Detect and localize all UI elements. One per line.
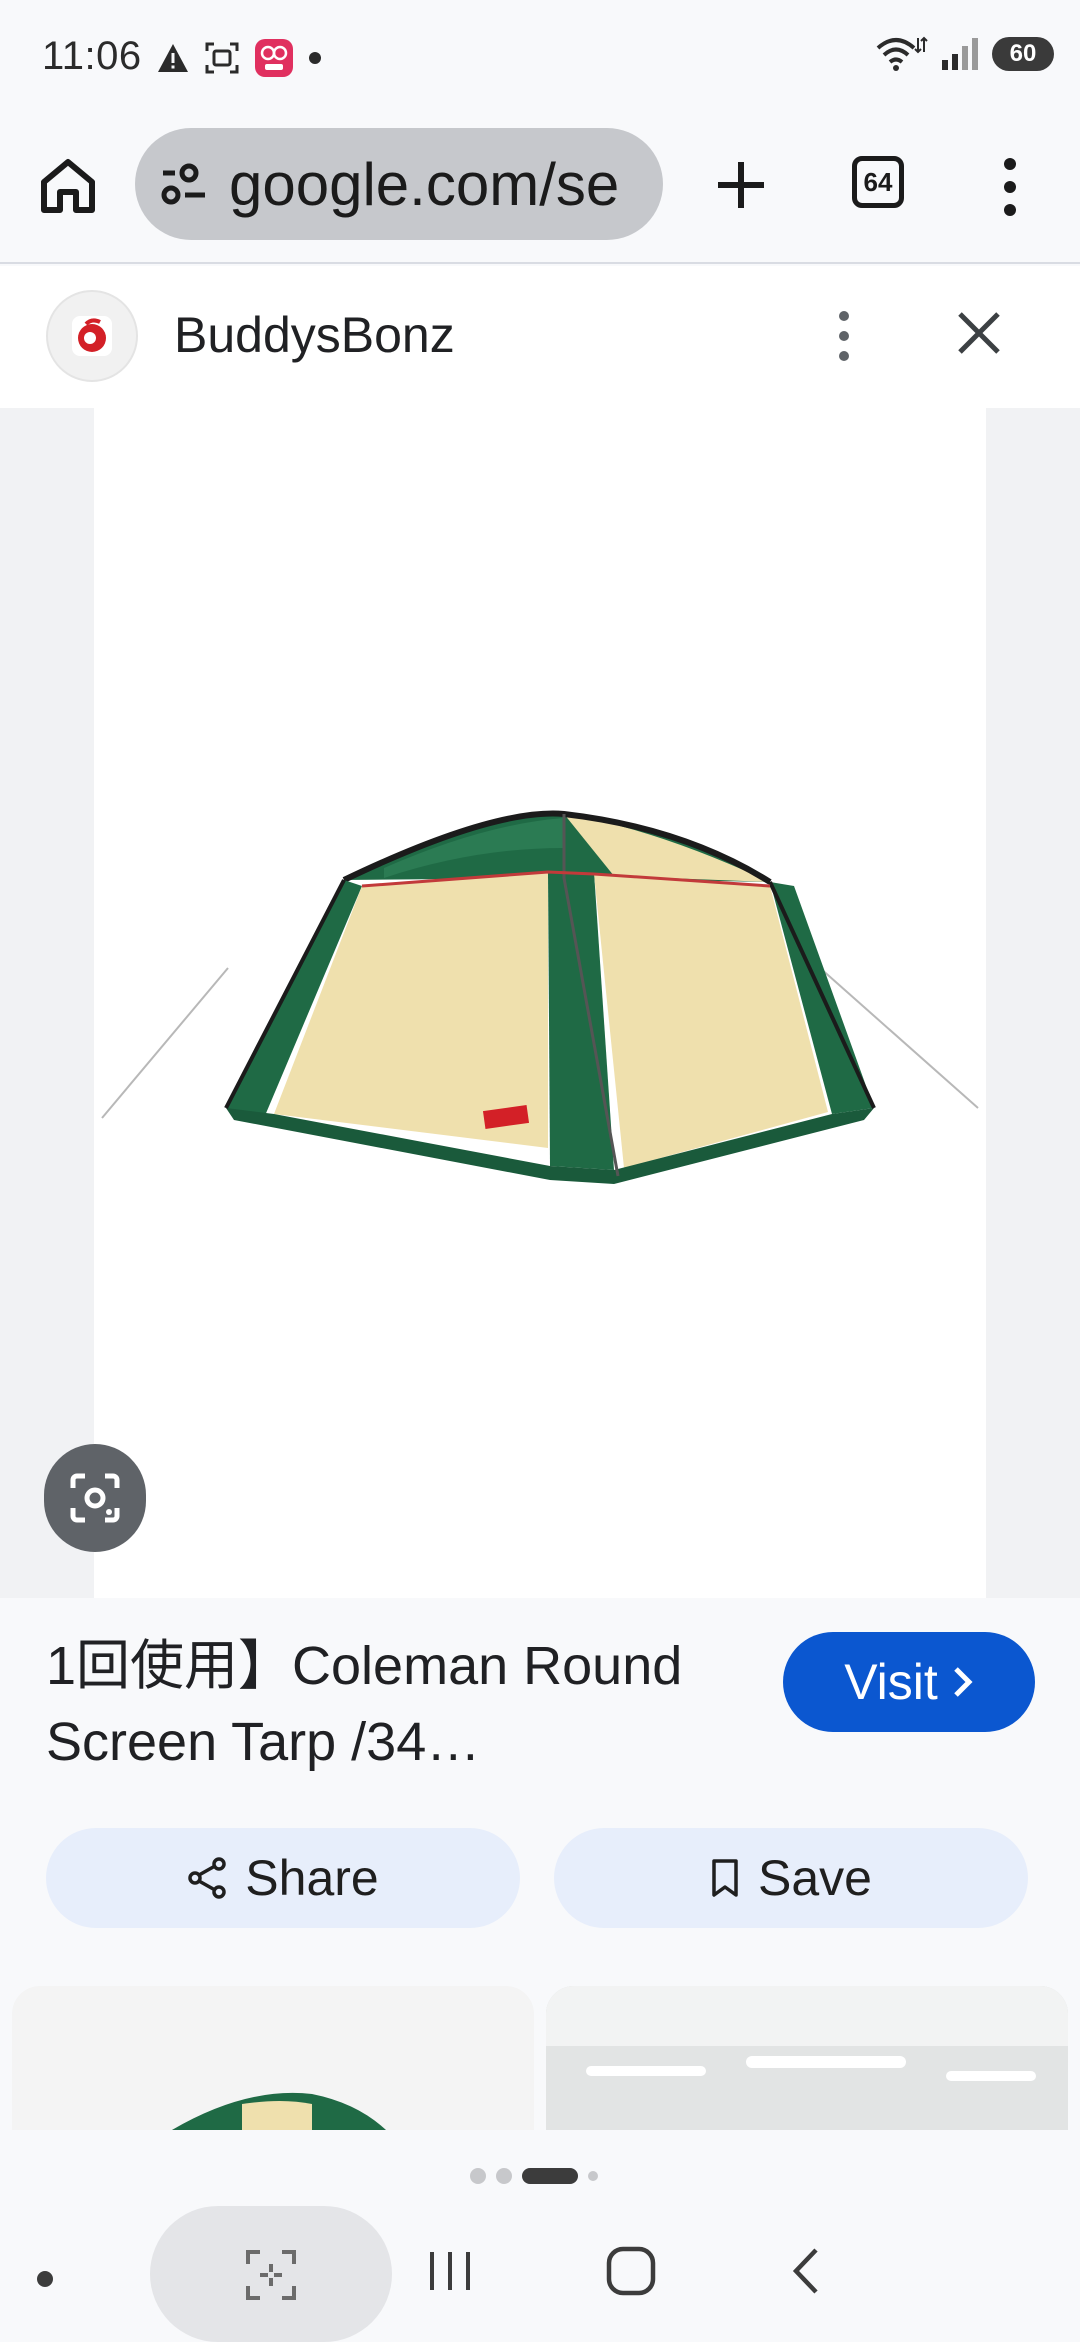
nav-dot-icon bbox=[37, 2271, 53, 2287]
page-indicator bbox=[470, 2168, 598, 2184]
share-label: Share bbox=[245, 1850, 379, 1906]
battery-icon: 60 bbox=[992, 37, 1054, 71]
browser-toolbar: google.com/se 64 bbox=[0, 122, 1080, 264]
url-bar[interactable]: google.com/se bbox=[135, 128, 663, 240]
tent-image[interactable] bbox=[94, 408, 986, 1598]
home-icon[interactable] bbox=[36, 154, 100, 218]
site-logo-icon bbox=[72, 316, 112, 356]
status-time: 11:06 bbox=[42, 34, 142, 78]
plus-icon[interactable] bbox=[706, 150, 776, 220]
page-dot bbox=[496, 2168, 512, 2184]
status-icons-left bbox=[156, 38, 322, 78]
site-name[interactable]: BuddysBonz bbox=[174, 306, 455, 364]
share-icon bbox=[188, 1857, 227, 1899]
page-dot-active bbox=[522, 2168, 578, 2184]
visit-label: Visit bbox=[844, 1654, 938, 1710]
site-logo[interactable] bbox=[46, 290, 138, 382]
url-text[interactable]: google.com/se bbox=[229, 150, 649, 219]
visit-button[interactable]: Visit bbox=[783, 1632, 1035, 1732]
related-images bbox=[0, 1986, 1080, 2130]
related-image[interactable] bbox=[12, 1986, 534, 2130]
share-button[interactable]: Share bbox=[46, 1828, 520, 1928]
bookmark-icon bbox=[712, 1859, 738, 1897]
site-settings-icon[interactable] bbox=[159, 159, 209, 209]
panel-header: BuddysBonz bbox=[0, 266, 1080, 408]
related-image[interactable] bbox=[546, 1986, 1068, 2130]
status-icons-right: 60 bbox=[874, 34, 1054, 74]
screenshot-icon bbox=[205, 42, 239, 74]
back-icon[interactable] bbox=[786, 2244, 826, 2298]
result-title[interactable]: 1回使用】Coleman Round Screen Tarp /34… bbox=[46, 1628, 766, 1780]
panel-more-icon[interactable] bbox=[826, 306, 862, 366]
more-vert-icon[interactable] bbox=[990, 152, 1030, 222]
tent-illustration bbox=[101, 810, 979, 1184]
save-label: Save bbox=[758, 1850, 872, 1906]
related-room-thumbnail bbox=[546, 1986, 1068, 2130]
capture-button[interactable] bbox=[150, 2206, 392, 2342]
related-tent-thumbnail bbox=[171, 2092, 386, 2130]
warning-icon bbox=[158, 44, 188, 72]
close-icon[interactable] bbox=[952, 306, 1006, 360]
wifi-icon bbox=[876, 36, 928, 71]
page-dot bbox=[470, 2168, 486, 2184]
save-button[interactable]: Save bbox=[554, 1828, 1028, 1928]
chevron-right-icon bbox=[954, 1667, 973, 1697]
tabs-icon[interactable]: 64 bbox=[852, 156, 904, 208]
lens-button[interactable] bbox=[44, 1444, 146, 1552]
tab-count: 64 bbox=[863, 166, 893, 197]
recent-apps-icon[interactable] bbox=[424, 2246, 476, 2296]
lens-icon bbox=[70, 1473, 120, 1523]
home-icon[interactable] bbox=[604, 2244, 658, 2298]
bottom-nav bbox=[0, 2130, 1080, 2342]
status-bar: 11:06 60 bbox=[0, 0, 1080, 122]
dot-icon bbox=[309, 52, 321, 64]
page-dot bbox=[588, 2171, 598, 2181]
capture-icon bbox=[246, 2250, 296, 2300]
signal-icon bbox=[942, 38, 978, 70]
app-badge-icon bbox=[255, 39, 293, 77]
battery-level: 60 bbox=[1009, 40, 1037, 67]
image-area bbox=[0, 408, 1080, 1598]
